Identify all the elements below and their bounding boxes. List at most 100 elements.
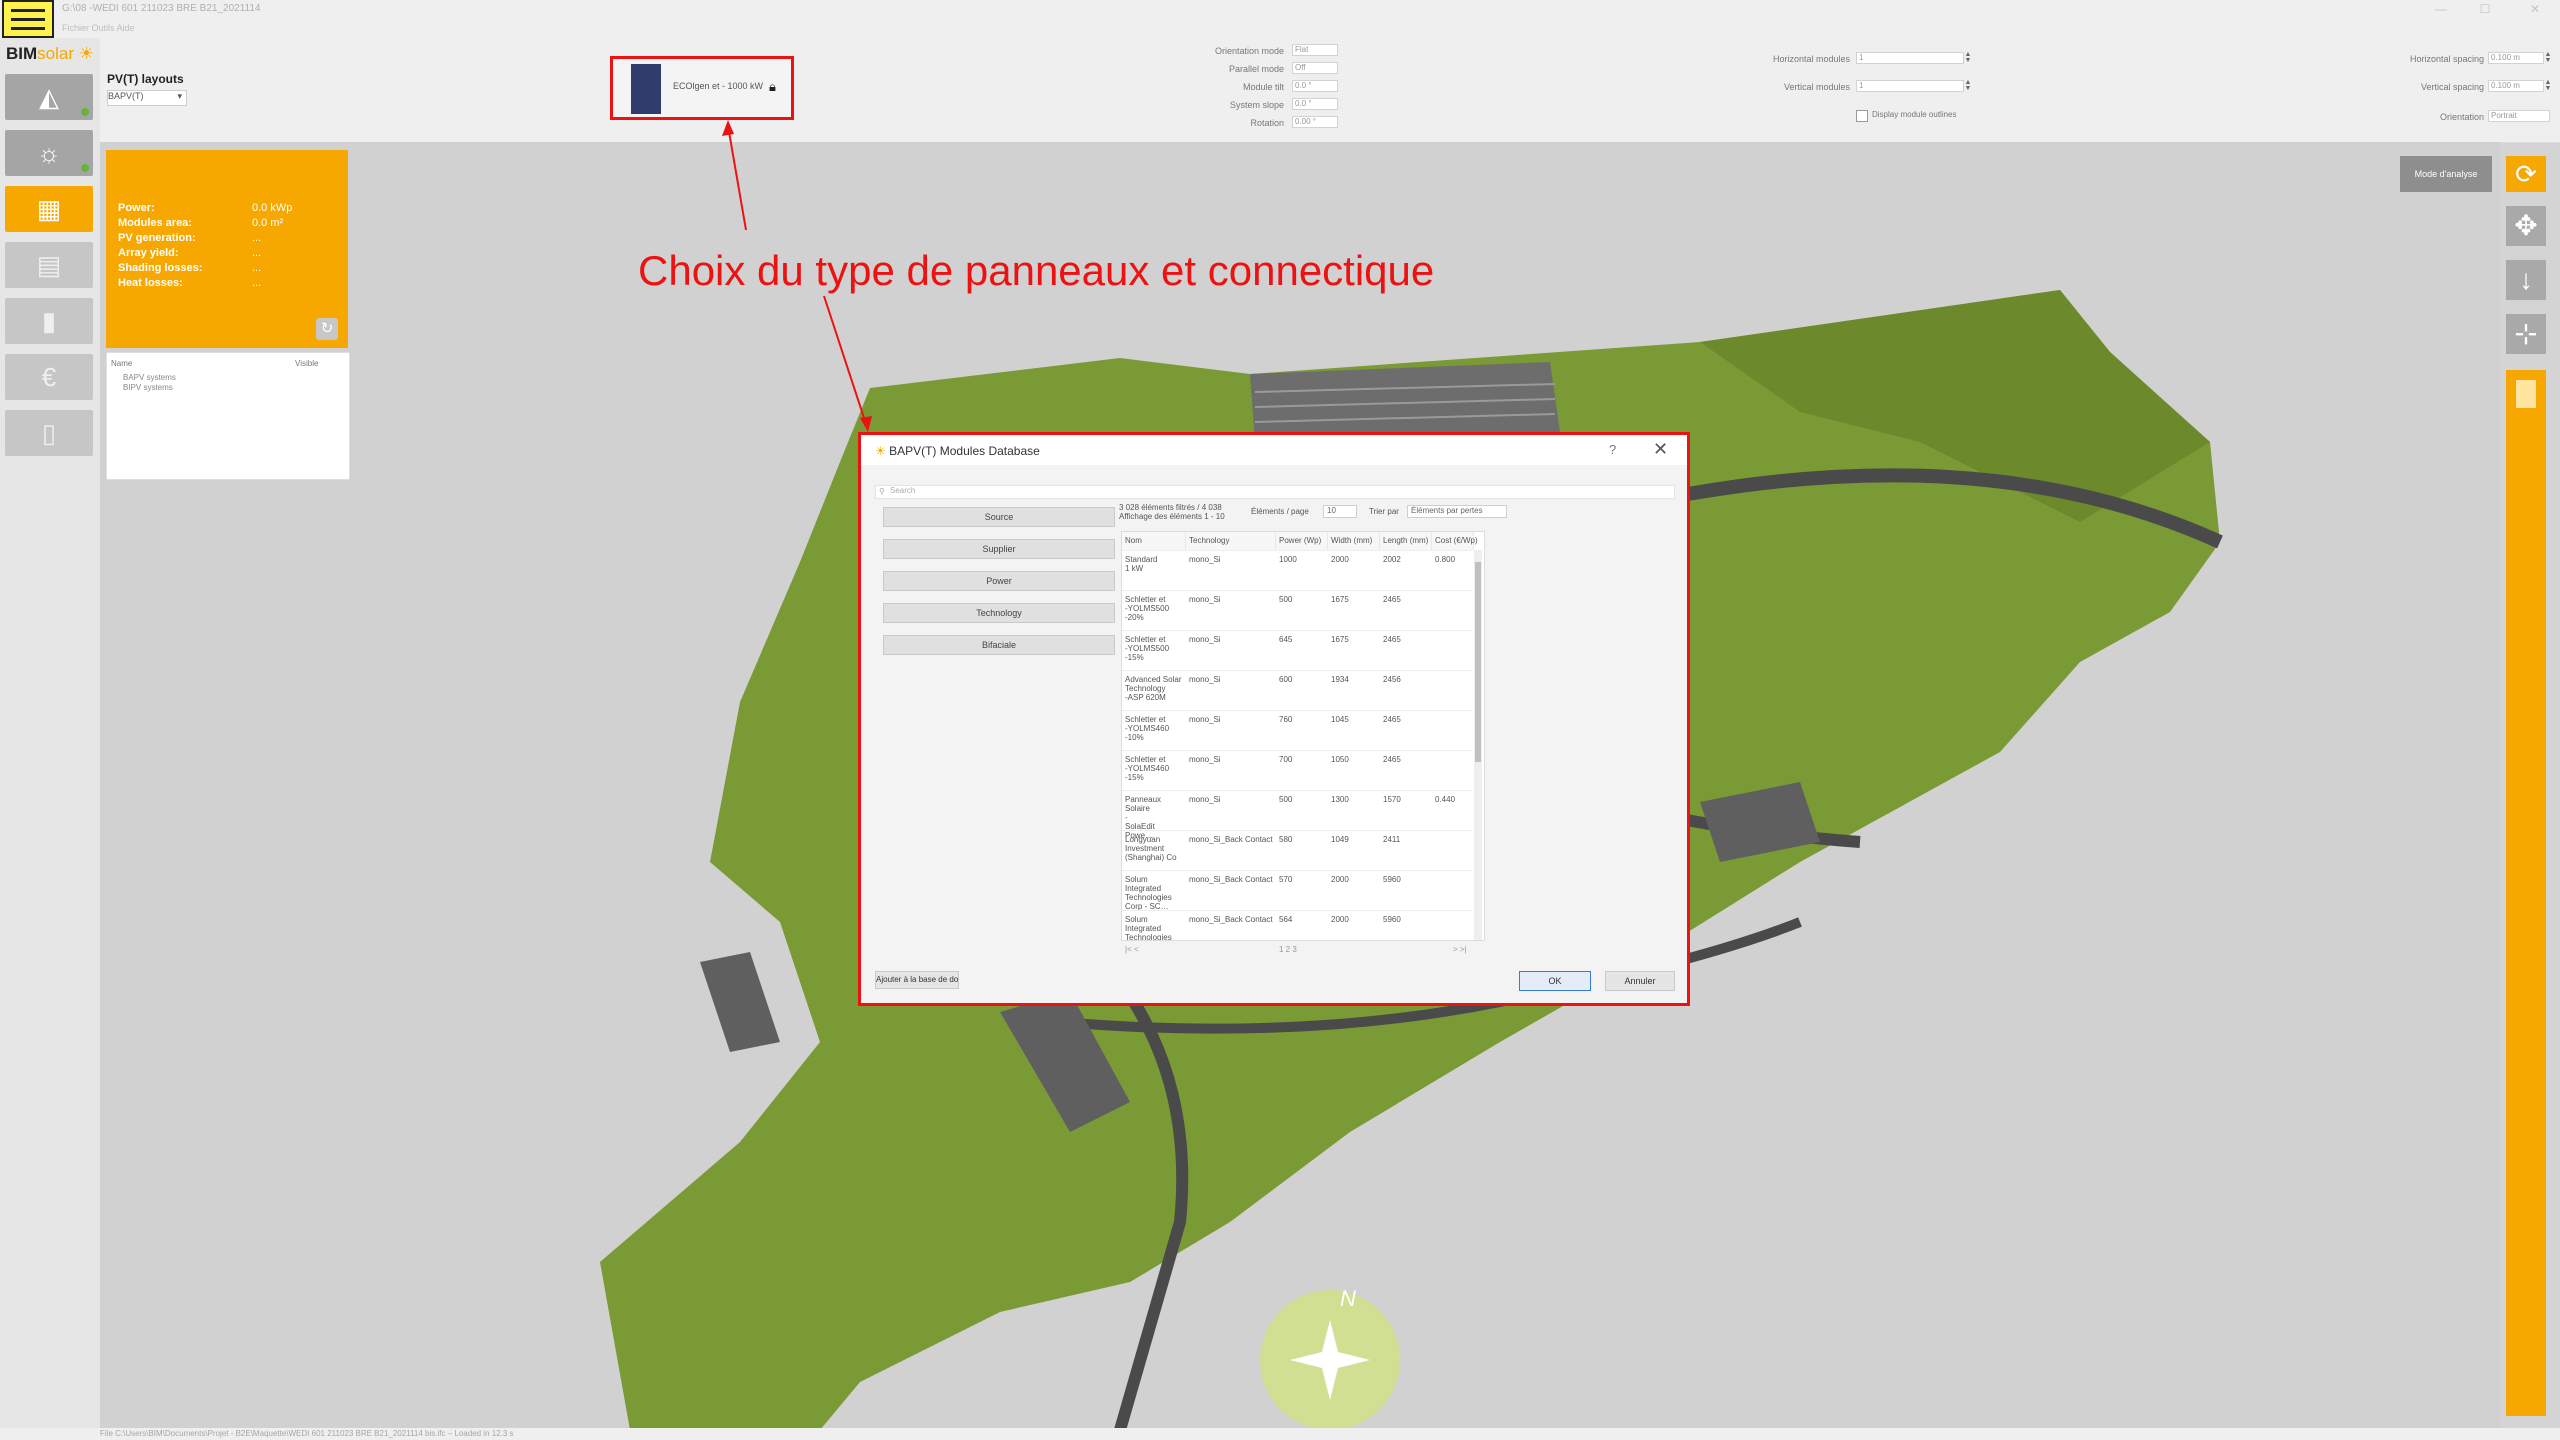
table-cell: 1300 [1331,795,1349,804]
table-cell: 5960 [1383,915,1401,924]
table-cell: 2465 [1383,755,1401,764]
table-cell: 645 [1279,635,1293,644]
filter-power-button[interactable]: Power [883,571,1115,591]
table-cell: Solum Integrated Technologies Corp - SC… [1125,875,1172,911]
table-cell: 1675 [1331,595,1349,604]
table-row[interactable]: Longyuan Investment (Shanghai) Co mono_Si… [1122,830,1472,871]
filter-supplier-button[interactable]: Supplier [883,539,1115,559]
table-row[interactable]: Schletter et -YOLMS460 -10% mono_Si 760 104… [1122,710,1472,751]
column-header[interactable]: Width (mm) [1328,532,1380,550]
filter-technology-button[interactable]: Technology [883,603,1115,623]
table-cell: mono_Si [1189,795,1221,804]
table-row[interactable]: Standard 1 kW mono_Si 1000 2000 2002 0.800 [1122,550,1472,591]
search-icon: ⚲ [879,487,885,496]
table-cell: Standard 1 kW [1125,555,1158,573]
sort-label: Trier par [1369,507,1399,516]
table-cell: 580 [1279,835,1293,844]
table-cell: 2000 [1331,555,1349,564]
table-cell: Schletter et -YOLMS500 -15% [1125,635,1170,662]
search-input[interactable]: ⚲ Search [875,485,1675,499]
table-cell: mono_Si [1189,555,1221,564]
add-to-database-button[interactable]: Ajouter à la base de données [875,971,959,989]
table-cell: Solum Integrated Technologies Corp - SC… [1125,915,1172,941]
table-cell: 2411 [1383,835,1401,844]
table-cell: 760 [1279,715,1293,724]
table-cell: mono_Si_Back Contact [1189,915,1273,924]
table-cell: 1049 [1331,835,1349,844]
table-cell: 1000 [1279,555,1297,564]
table-cell: 1675 [1331,635,1349,644]
table-cell: 570 [1279,875,1293,884]
table-cell: mono_Si [1189,715,1221,724]
column-header[interactable]: Technology [1186,532,1276,550]
column-header[interactable]: Power (Wp) [1276,532,1328,550]
table-cell: 700 [1279,755,1293,764]
status-text: File C:\Users\BIM\Documents\Projet - B2E… [100,1429,514,1438]
table-row[interactable]: Solum Integrated Technologies Corp - SC…… [1122,910,1472,941]
table-row[interactable]: Schletter et -YOLMS460 -15% mono_Si 700 105… [1122,750,1472,791]
table-row[interactable]: Schletter et -YOLMS500 -20% mono_Si 500 167… [1122,590,1472,631]
table-cell: 1045 [1331,715,1349,724]
pagination: |< < 1 2 3 > >| [1123,945,1485,957]
table-cell: 2002 [1383,555,1401,564]
modules-database-dialog: ☀ BAPV(T) Modules Database ? ✕ ⚲ Search S… [858,432,1690,1006]
table-cell: 1934 [1331,675,1349,684]
table-cell: mono_Si [1189,635,1221,644]
sun-icon: ☀ [875,444,890,458]
results-count-line: 3 028 éléments filtrés / 4 038 [1119,503,1222,512]
dialog-title: ☀ BAPV(T) Modules Database [875,444,1040,458]
table-cell: 5960 [1383,875,1401,884]
table-cell: 2465 [1383,595,1401,604]
table-cell: 2456 [1383,675,1401,684]
table-cell: 0.800 [1435,555,1456,564]
pager-next-last[interactable]: > >| [1453,945,1467,954]
cancel-button[interactable]: Annuler [1605,971,1675,991]
close-icon[interactable]: ✕ [1653,439,1668,460]
table-cell: mono_Si [1189,595,1221,604]
table-cell: 2000 [1331,875,1349,884]
table-cell: 564 [1279,915,1293,924]
search-placeholder: Search [890,486,916,495]
results-count: 3 028 éléments filtrés / 4 038 Affichage … [1119,503,1225,521]
column-header[interactable]: Cost (€/Wp) [1432,532,1478,550]
modules-table: Nom Technology Power (Wp) Width (mm) Len… [1121,531,1485,941]
table-row[interactable]: Advanced Solar Technology -ASP 620M mono_… [1122,670,1472,711]
help-icon[interactable]: ? [1609,442,1616,457]
annotation-arrow [727,125,747,231]
filter-bifacial-button[interactable]: Bifaciale [883,635,1115,655]
table-cell: mono_Si_Back Contact [1189,875,1273,884]
dialog-title-text: BAPV(T) Modules Database [889,444,1040,458]
annotation-text: Choix du type de panneaux et connectique [638,247,1435,294]
table-cell: Schletter et -YOLMS460 -10% [1125,715,1170,742]
filter-source-button[interactable]: Source [883,507,1115,527]
table-cell: 500 [1279,795,1293,804]
results-range-line: Affichage des éléments 1 - 10 [1119,512,1225,521]
table-cell: 600 [1279,675,1293,684]
table-cell: 500 [1279,595,1293,604]
table-cell: 2465 [1383,635,1401,644]
table-cell: mono_Si [1189,675,1221,684]
table-cell: Schletter et -YOLMS500 -20% [1125,595,1170,622]
pager-pages[interactable]: 1 2 3 [1279,945,1297,954]
table-cell: Schletter et -YOLMS460 -15% [1125,755,1170,782]
table-cell: Advanced Solar Technology -ASP 620M [1125,675,1182,702]
column-header[interactable]: Length (mm) [1380,532,1432,550]
table-row[interactable]: Solum Integrated Technologies Corp - SC…… [1122,870,1472,911]
table-cell: 0.440 [1435,795,1456,804]
annotation-arrowhead [722,120,734,136]
table-cell: Longyuan Investment (Shanghai) Co [1125,835,1177,862]
table-cell: mono_Si_Back Contact [1189,835,1273,844]
table-scrollbar-thumb[interactable] [1475,562,1481,762]
table-row[interactable]: Panneaux Solaire - SolaEdit Powe… mono_Si… [1122,790,1472,840]
sort-select[interactable]: Éléments par pertes [1407,505,1507,518]
ok-button[interactable]: OK [1519,971,1591,991]
column-header[interactable]: Nom [1122,532,1186,550]
table-cell: 2465 [1383,715,1401,724]
table-row[interactable]: Schletter et -YOLMS500 -15% mono_Si 645 167… [1122,630,1472,671]
table-cell: 2000 [1331,915,1349,924]
per-page-select[interactable]: 10 [1323,505,1357,518]
table-cell: 1570 [1383,795,1401,804]
table-cell: 1050 [1331,755,1349,764]
annotation-arrow [823,295,867,425]
pager-first-prev[interactable]: |< < [1125,945,1139,954]
